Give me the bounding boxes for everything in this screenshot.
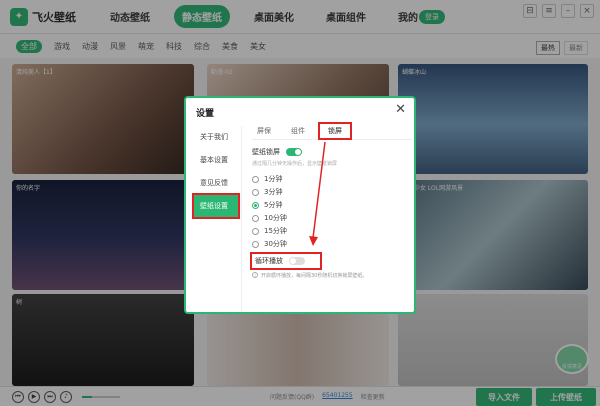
sidebar-item-feedback[interactable]: 意见反馈	[186, 172, 241, 194]
interval-label: 1分钟	[264, 175, 283, 183]
loop-play-toggle[interactable]	[289, 256, 305, 265]
radio-icon[interactable]	[252, 214, 259, 222]
lockscreen-row: 壁纸锁屏	[252, 147, 412, 157]
sidebar-item-basic[interactable]: 基本设置	[186, 149, 241, 171]
info-icon: i	[252, 272, 258, 278]
interval-label: 3分钟	[264, 188, 283, 196]
dialog-close-icon[interactable]: ✕	[395, 102, 406, 117]
interval-option[interactable]: 30分钟	[252, 238, 412, 251]
tab-screensaver[interactable]: 屏保	[252, 125, 276, 137]
interval-option[interactable]: 10分钟	[252, 212, 412, 225]
sidebar-item-about[interactable]: 关于我们	[186, 126, 241, 148]
tab-lockscreen[interactable]: 锁屏	[318, 121, 352, 140]
loop-play-label: 循环播放	[255, 256, 283, 265]
settings-sidebar: 关于我们 基本设置 意见反馈 壁纸设置	[186, 126, 242, 312]
interval-option[interactable]: 5分钟	[252, 199, 412, 212]
loop-play-row: 循环播放	[250, 251, 322, 270]
lockscreen-label: 壁纸锁屏	[252, 148, 280, 156]
lockscreen-toggle[interactable]	[286, 148, 302, 156]
radio-icon[interactable]	[252, 188, 259, 196]
interval-option[interactable]: 3分钟	[252, 186, 412, 199]
settings-tabs: 屏保 组件 锁屏	[252, 121, 412, 140]
interval-label: 15分钟	[264, 227, 287, 235]
radio-icon[interactable]	[252, 175, 259, 183]
loop-play-hint-row: i 开启循环播放，每间隔30秒随机切换锁屏壁纸。	[252, 272, 412, 279]
interval-label: 10分钟	[264, 214, 287, 222]
interval-label: 5分钟	[264, 201, 283, 209]
settings-dialog: 设置 ✕ 关于我们 基本设置 意见反馈 壁纸设置 屏保 组件 锁屏 壁纸锁屏 通…	[184, 96, 416, 314]
tab-widgets[interactable]: 组件	[286, 125, 310, 137]
settings-content: 屏保 组件 锁屏 壁纸锁屏 通过隔几分钟无操作后，显示壁纸锁屏 1分钟 3分钟 …	[250, 121, 412, 312]
interval-label: 30分钟	[264, 240, 287, 248]
interval-option[interactable]: 15分钟	[252, 225, 412, 238]
radio-icon[interactable]	[252, 240, 259, 248]
loop-play-hint: 开启循环播放，每间隔30秒随机切换锁屏壁纸。	[261, 272, 368, 279]
radio-selected-icon[interactable]	[252, 201, 259, 209]
radio-icon[interactable]	[252, 227, 259, 235]
dialog-title: 设置	[196, 109, 215, 119]
sidebar-item-wallpaper-settings[interactable]: 壁纸设置	[192, 193, 240, 219]
lockscreen-hint: 通过隔几分钟无操作后，显示壁纸锁屏	[252, 161, 338, 167]
interval-option[interactable]: 1分钟	[252, 173, 412, 186]
interval-options: 1分钟 3分钟 5分钟 10分钟 15分钟 30分钟	[252, 173, 412, 251]
